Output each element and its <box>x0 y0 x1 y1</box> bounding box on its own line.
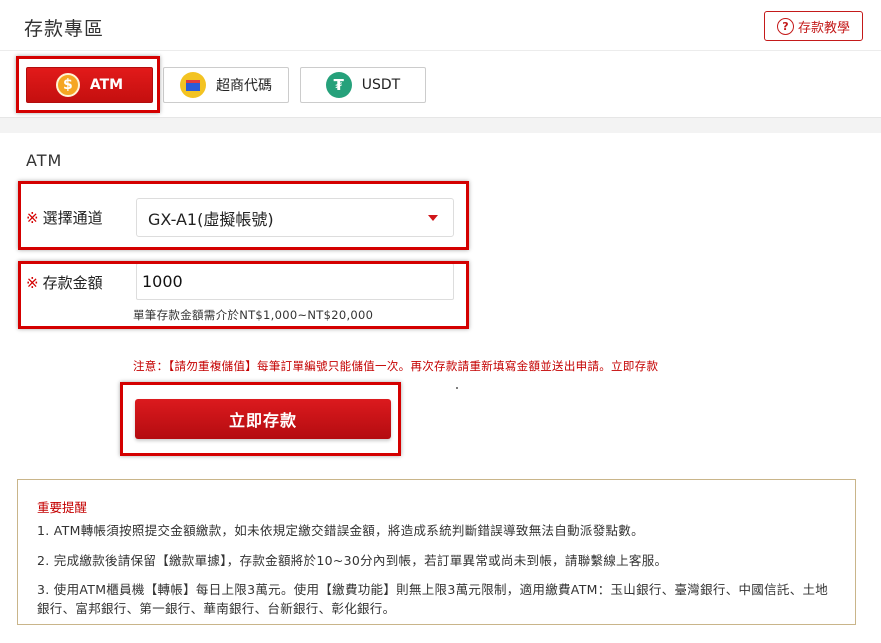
page-title: 存款專區 <box>24 18 105 40</box>
channel-label: ※ 選擇通道 <box>26 207 103 228</box>
channel-select[interactable]: GX-A1(虛擬帳號) <box>136 198 454 237</box>
tab-atm-label: ATM <box>89 77 124 93</box>
tether-icon: ₮ <box>325 72 352 98</box>
stray-dot <box>456 387 458 389</box>
note-item: 2. 完成繳款後請保留【繳款單據】，存款金額將於10~30分內到帳，若訂單異常或… <box>37 553 668 568</box>
divider <box>0 50 881 51</box>
required-mark: ※ <box>26 274 39 292</box>
duplicate-deposit-notice: 注意：【請勿重複儲值】每筆訂單編號只能儲值一次。再次存款請重新填寫金額並送出申請… <box>133 359 659 373</box>
tutorial-button-label: 存款教學 <box>797 20 850 36</box>
submit-button-label: 立即存款 <box>228 411 297 430</box>
tab-convenience-store[interactable]: 超商代碼 <box>163 67 289 103</box>
channel-label-text: 選擇通道 <box>42 209 103 227</box>
amount-hint: 單筆存款金額需介於NT$1,000~NT$20,000 <box>133 308 374 322</box>
required-mark: ※ <box>26 209 39 227</box>
question-circle-icon: ? <box>776 17 794 35</box>
tab-usdt[interactable]: ₮ USDT <box>300 67 426 103</box>
note-item: 1. ATM轉帳須按照提交金額繳款，如未依規定繳交錯誤金額，將造成系統判斷錯誤導… <box>37 523 644 538</box>
amount-label: ※ 存款金額 <box>26 272 103 293</box>
channel-select-value: GX-A1(虛擬帳號) <box>148 209 274 229</box>
convenience-store-icon <box>180 72 206 98</box>
amount-input[interactable] <box>136 263 454 300</box>
dollar-coin-icon: $ <box>55 73 80 97</box>
deposit-tutorial-button[interactable]: ? 存款教學 <box>764 11 863 41</box>
deposit-submit-button[interactable]: 立即存款 <box>135 399 391 439</box>
note-item: 3. 使用ATM櫃員機【轉帳】每日上限3萬元。使用【繳費功能】則無上限3萬元限制… <box>37 582 829 616</box>
tab-atm[interactable]: $ ATM <box>26 67 153 103</box>
section-title: ATM <box>26 151 63 170</box>
notes-title: 重要提醒 <box>37 500 88 515</box>
caret-down-icon[interactable] <box>428 215 438 221</box>
tab-store-label: 超商代碼 <box>216 78 272 94</box>
amount-label-text: 存款金額 <box>42 274 103 292</box>
tab-usdt-label: USDT <box>361 77 401 93</box>
